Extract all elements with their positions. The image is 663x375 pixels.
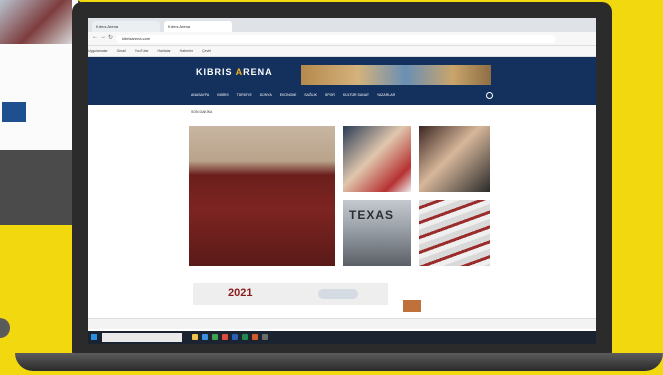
bookmark-item[interactable]: Çeviri <box>202 49 211 53</box>
main-nav: ANASAYFA KIBRIS TÜRKİYE DÜNYA EKONOMİ SA… <box>191 91 491 99</box>
app-icon[interactable] <box>252 334 258 340</box>
store-icon[interactable] <box>212 334 218 340</box>
texas-sign: TEXAS <box>349 208 395 222</box>
background-thumbnail <box>0 0 72 44</box>
browser-tab-active[interactable]: Kıbrıs Arena <box>164 21 232 32</box>
header-banner-image[interactable] <box>301 65 491 85</box>
nav-item[interactable]: ANASAYFA <box>191 93 209 97</box>
headline-card[interactable] <box>419 126 490 192</box>
back-icon[interactable]: ← <box>92 34 98 40</box>
site-header: KIBRIS ARENA ANASAYFA KIBRIS TÜRKİYE DÜN… <box>88 57 596 105</box>
laptop-screen: Kıbrıs Arena Kıbrıs Arena ← → ↻ kibrisar… <box>88 18 596 344</box>
news-ticker[interactable]: SON DAKİKA <box>191 108 491 116</box>
nav-item[interactable]: KIBRIS <box>217 93 228 97</box>
nav-item[interactable]: SPOR <box>325 93 335 97</box>
ad-year: 2021 <box>228 287 253 299</box>
windows-taskbar <box>88 331 596 344</box>
browser-tab[interactable]: Kıbrıs Arena <box>92 21 160 32</box>
logo-text-prefix: KIBRIS <box>196 67 236 77</box>
app-icon[interactable] <box>262 334 268 340</box>
address-bar-row: ← → ↻ kibrisarena.com <box>88 32 596 46</box>
excel-icon[interactable] <box>242 334 248 340</box>
nav-item[interactable]: SAĞLIK <box>304 93 317 97</box>
forward-icon[interactable]: → <box>100 34 106 40</box>
chrome-icon[interactable] <box>222 334 228 340</box>
search-icon[interactable] <box>486 92 493 99</box>
headline-card[interactable]: TEXAS <box>343 200 411 266</box>
edge-icon[interactable] <box>202 334 208 340</box>
bookmarks-bar: Uygulamalar Gmail YouTube Haritalar Habe… <box>88 46 596 57</box>
nav-item[interactable]: TÜRKİYE <box>237 93 252 97</box>
bookmark-item[interactable]: Gmail <box>117 49 126 53</box>
headline-card-main[interactable] <box>189 126 335 266</box>
bookmark-item[interactable]: Uygulamalar <box>88 49 108 53</box>
background-thumbnail-blue <box>2 102 26 122</box>
downloads-bar <box>88 318 596 329</box>
start-icon[interactable] <box>91 334 97 340</box>
headline-card[interactable] <box>343 126 411 192</box>
laptop-base <box>15 353 663 371</box>
sidebar-thumbnail[interactable] <box>403 300 421 312</box>
ad-logo <box>318 289 358 299</box>
bookmark-item[interactable]: Haberler <box>180 49 193 53</box>
ad-banner[interactable]: 2021 <box>193 283 388 305</box>
background-gap <box>0 225 30 325</box>
site-logo[interactable]: KIBRIS ARENA <box>196 67 273 77</box>
url-field[interactable]: kibrisarena.com <box>116 35 556 43</box>
word-icon[interactable] <box>232 334 238 340</box>
bookmark-item[interactable]: Haritalar <box>157 49 170 53</box>
headline-card[interactable] <box>419 200 490 266</box>
folder-icon[interactable] <box>192 334 198 340</box>
nav-item[interactable]: EKONOMİ <box>280 93 297 97</box>
nav-item[interactable]: YAZARLAR <box>377 93 395 97</box>
taskbar-search[interactable] <box>102 333 182 342</box>
nav-item[interactable]: DÜNYA <box>260 93 272 97</box>
reload-icon[interactable]: ↻ <box>108 34 113 41</box>
logo-text-suffix: RENA <box>243 67 273 77</box>
nav-item[interactable]: KÜLTÜR SANAT <box>343 93 369 97</box>
bookmark-item[interactable]: YouTube <box>135 49 149 53</box>
browser-tab-bar: Kıbrıs Arena Kıbrıs Arena <box>88 18 596 32</box>
